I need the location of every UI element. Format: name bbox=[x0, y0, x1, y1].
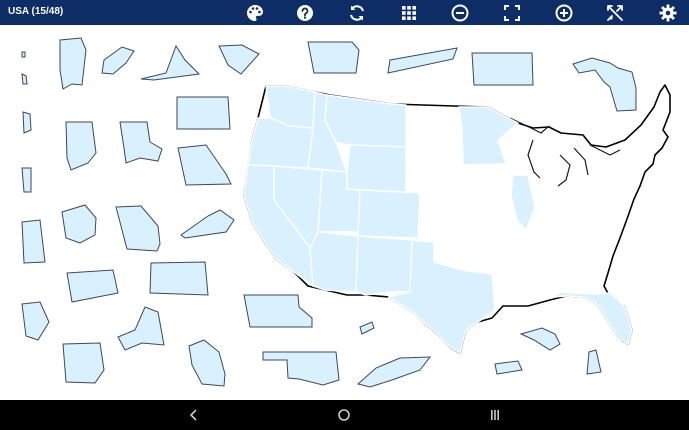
placed-state-montana[interactable] bbox=[324, 94, 407, 148]
zoom-out-button[interactable] bbox=[449, 2, 471, 24]
piece-kansas[interactable] bbox=[149, 261, 209, 296]
recents-icon bbox=[491, 410, 499, 420]
settings-button[interactable] bbox=[657, 2, 679, 24]
piece-new-jersey[interactable] bbox=[21, 219, 46, 264]
piece-north-dakota[interactable] bbox=[176, 96, 231, 130]
piece-tennessee[interactable] bbox=[387, 47, 458, 74]
restart-button[interactable] bbox=[346, 2, 368, 24]
help-button[interactable] bbox=[294, 2, 316, 24]
piece-arkansas[interactable] bbox=[62, 342, 105, 384]
palette-button[interactable] bbox=[244, 2, 266, 24]
home-button[interactable] bbox=[324, 404, 364, 426]
piece-ohio[interactable] bbox=[61, 204, 97, 244]
app-header: USA (15/48) bbox=[0, 0, 689, 25]
piece-vermont[interactable] bbox=[21, 167, 32, 193]
placed-state-wyoming[interactable] bbox=[346, 144, 407, 193]
piece-maryland[interactable] bbox=[519, 327, 561, 351]
puzzle-title: USA (15/48) bbox=[8, 6, 64, 17]
zoom-out-icon bbox=[451, 4, 469, 22]
piece-south-carolina[interactable] bbox=[218, 44, 260, 75]
piece-alabama[interactable] bbox=[65, 121, 97, 171]
piece-mississippi[interactable] bbox=[59, 37, 87, 90]
placed-state-new-mexico[interactable] bbox=[355, 235, 413, 296]
grid-button[interactable] bbox=[398, 2, 420, 24]
grid-icon bbox=[402, 6, 416, 20]
piece-indiana[interactable] bbox=[586, 349, 602, 375]
question-icon bbox=[297, 5, 313, 21]
piece-louisiana[interactable] bbox=[119, 121, 163, 164]
piece-south-dakota[interactable] bbox=[471, 52, 534, 86]
piece-wisconsin[interactable] bbox=[188, 339, 226, 387]
piece-new-york[interactable] bbox=[117, 306, 165, 351]
piece-virginia[interactable] bbox=[140, 44, 201, 81]
system-navigation-bar bbox=[0, 400, 689, 430]
piece-rhode-island[interactable] bbox=[21, 51, 26, 58]
gear-icon bbox=[659, 4, 677, 22]
piece-georgia[interactable] bbox=[115, 205, 161, 252]
back-icon bbox=[189, 409, 197, 421]
recents-button[interactable] bbox=[475, 404, 515, 426]
piece-maine[interactable] bbox=[101, 46, 135, 75]
piece-west-virginia[interactable] bbox=[359, 321, 375, 335]
shuffle-icon bbox=[607, 5, 623, 21]
placed-state-colorado[interactable] bbox=[357, 189, 421, 239]
piece-nebraska[interactable] bbox=[243, 294, 313, 328]
piece-kentucky[interactable] bbox=[180, 209, 235, 239]
piece-pennsylvania[interactable] bbox=[66, 269, 119, 303]
home-icon bbox=[338, 409, 350, 421]
piece-new-hampshire[interactable] bbox=[22, 111, 32, 134]
piece-massachusetts[interactable] bbox=[494, 360, 523, 375]
piece-missouri[interactable] bbox=[177, 144, 232, 186]
palette-icon bbox=[247, 5, 263, 21]
zoom-in-button[interactable] bbox=[553, 2, 575, 24]
placed-state-arizona[interactable] bbox=[309, 231, 359, 293]
back-button[interactable] bbox=[174, 404, 214, 426]
fit-screen-button[interactable] bbox=[501, 2, 523, 24]
piece-north-carolina[interactable] bbox=[356, 356, 432, 388]
refresh-icon bbox=[350, 5, 364, 21]
fullscreen-icon bbox=[504, 5, 520, 21]
zoom-in-icon bbox=[555, 4, 573, 22]
placed-state-florida[interactable] bbox=[550, 291, 633, 347]
piece-delaware[interactable] bbox=[21, 73, 28, 85]
piece-iowa[interactable] bbox=[307, 41, 360, 74]
piece-oklahoma[interactable] bbox=[262, 351, 340, 386]
shuffle-button[interactable] bbox=[604, 2, 626, 24]
piece-michigan[interactable] bbox=[572, 57, 637, 112]
usa-map-svg bbox=[21, 37, 671, 388]
puzzle-board[interactable] bbox=[0, 25, 689, 400]
piece-connecticut[interactable] bbox=[21, 301, 50, 341]
